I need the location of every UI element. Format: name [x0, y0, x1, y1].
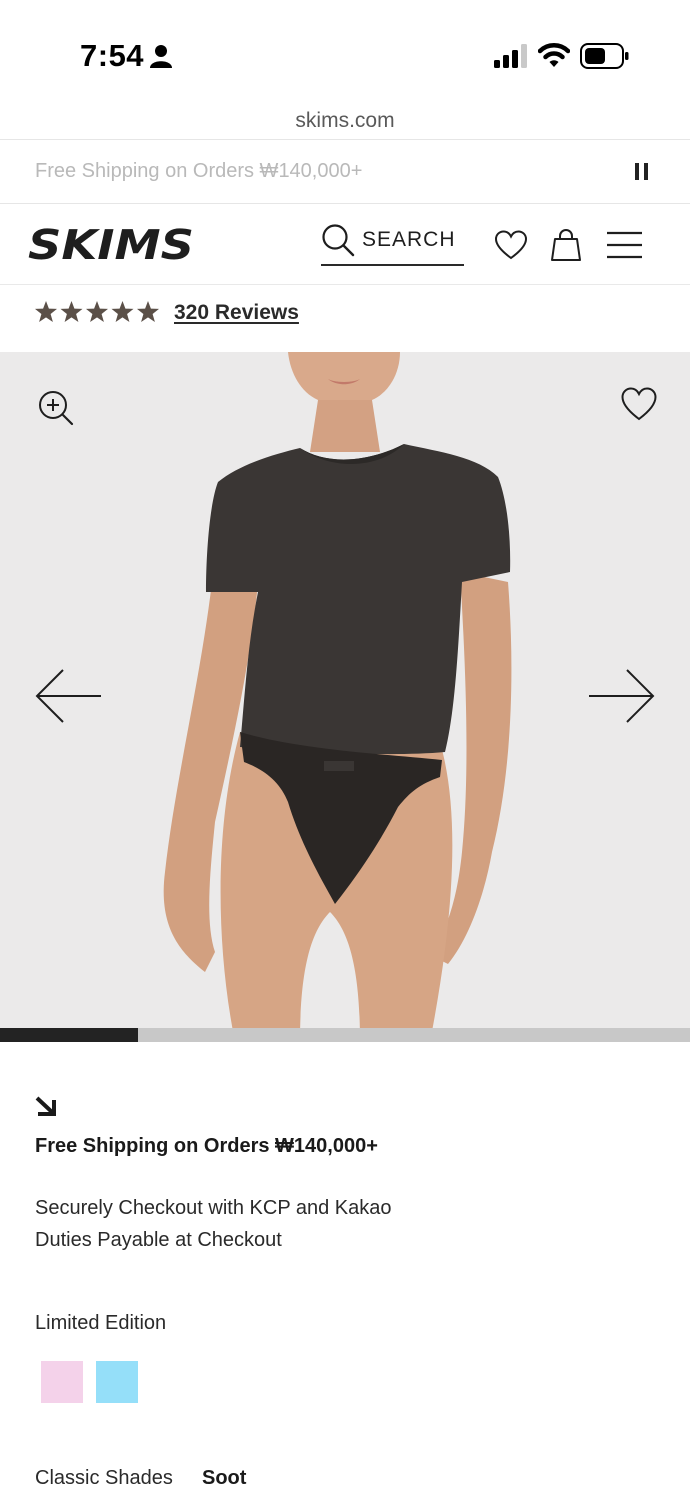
arrow-left-icon[interactable]	[34, 668, 104, 724]
reviews-link[interactable]: 320 Reviews	[174, 301, 299, 325]
star-icon	[86, 301, 108, 322]
star-icon	[60, 301, 83, 322]
cellular-signal-icon	[494, 44, 527, 68]
heart-icon[interactable]	[495, 230, 527, 260]
heart-icon[interactable]	[621, 387, 657, 421]
promo-duties-text: Duties Payable at Checkout	[35, 1229, 282, 1251]
gallery-progress-bar	[0, 1028, 690, 1042]
menu-icon[interactable]	[607, 231, 642, 259]
gallery-progress-fill	[0, 1028, 138, 1042]
color-swatch-pink[interactable]	[41, 1361, 83, 1403]
limited-edition-label: Limited Edition	[35, 1312, 167, 1334]
promo-title: Free Shipping on Orders ₩140,000+	[35, 1135, 378, 1157]
announcement-text: Free Shipping on Orders ₩140,000+	[35, 160, 363, 182]
bag-icon[interactable]	[551, 228, 581, 262]
url-text: skims.com	[295, 109, 395, 132]
page: 7:54 skims.com Free Shipping on Orders ₩…	[0, 0, 690, 1500]
skims-logo[interactable]: SKIMS	[28, 222, 198, 266]
address-bar[interactable]: skims.com	[0, 100, 690, 140]
star-icon	[111, 301, 134, 322]
wifi-icon	[538, 43, 570, 67]
person-icon	[150, 45, 172, 68]
arrow-right-icon[interactable]	[586, 668, 656, 724]
announcement-bar: Free Shipping on Orders ₩140,000+	[0, 141, 690, 204]
status-bar: 7:54	[0, 0, 690, 100]
arrow-down-right-icon	[35, 1096, 56, 1116]
star-rating	[35, 301, 159, 322]
svg-text:SKIMS: SKIMS	[28, 222, 194, 266]
search-label: SEARCH	[362, 228, 456, 251]
zoom-in-icon[interactable]	[38, 390, 74, 426]
pause-icon[interactable]	[634, 163, 650, 183]
classic-shades-label: Classic Shades	[35, 1467, 173, 1489]
search-button[interactable]: SEARCH	[321, 222, 464, 266]
promo-checkout-text: Securely Checkout with KCP and Kakao	[35, 1197, 392, 1219]
color-swatch-blue[interactable]	[96, 1361, 138, 1403]
star-icon	[35, 301, 57, 322]
status-time: 7:54	[80, 38, 145, 73]
search-icon	[322, 224, 355, 257]
star-icon	[137, 301, 159, 322]
selected-shade: Soot	[202, 1467, 247, 1489]
battery-icon	[580, 43, 629, 69]
